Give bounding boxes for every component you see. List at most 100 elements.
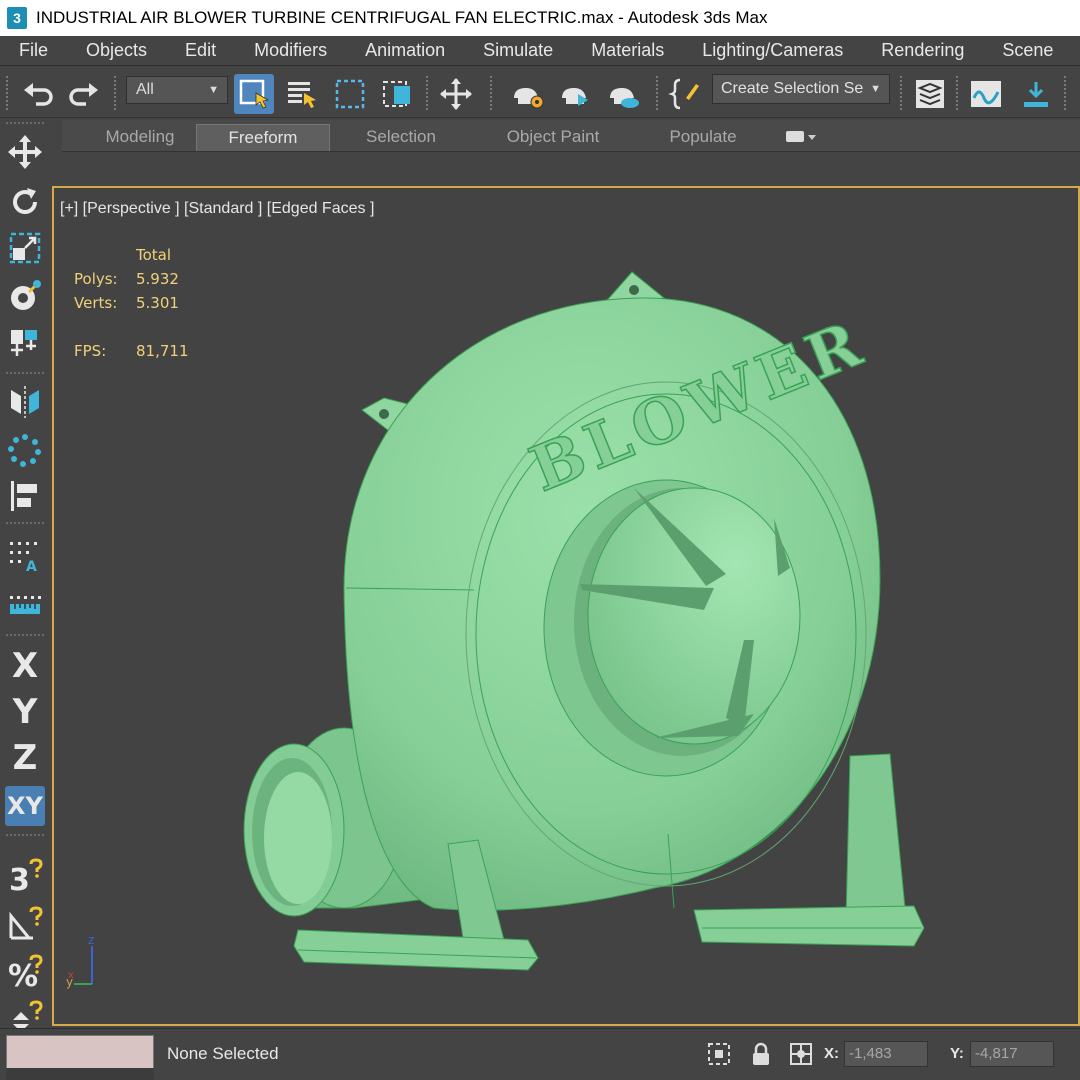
selection-status: None Selected bbox=[167, 1044, 279, 1063]
axis-gizmo: z y x bbox=[66, 933, 94, 989]
toolbar-separator bbox=[1064, 76, 1066, 110]
menu-modifiers[interactable]: Modifiers bbox=[235, 40, 346, 61]
toolbar-separator bbox=[6, 372, 44, 374]
axis-y-label: Y bbox=[12, 692, 38, 732]
absolute-mode-icon[interactable] bbox=[788, 1041, 814, 1067]
svg-text:%: % bbox=[8, 959, 38, 990]
tab-modeling[interactable]: Modeling bbox=[84, 124, 196, 151]
menu-bar: File Objects Edit Modifiers Animation Si… bbox=[0, 36, 1080, 66]
select-and-move-icon[interactable] bbox=[436, 74, 476, 114]
stats-verts-value: 5.301 bbox=[136, 294, 179, 312]
toolbar-separator bbox=[6, 834, 44, 836]
chevron-down-icon: ▼ bbox=[208, 84, 219, 96]
toolbar-separator bbox=[6, 522, 44, 524]
viewport-label[interactable]: [+] [Perspective ] [Standard ] [Edged Fa… bbox=[60, 200, 374, 218]
left-command-toolbar: A X Y Z XY 3 % bbox=[0, 118, 50, 1038]
toolbar-separator bbox=[956, 76, 958, 110]
spacing-icon[interactable]: A bbox=[5, 536, 45, 576]
title-bar: 3 INDUSTRIAL AIR BLOWER TURBINE CENTRIFU… bbox=[0, 0, 1080, 36]
chevron-down-icon: ▼ bbox=[870, 83, 881, 95]
snap-icon[interactable] bbox=[5, 322, 45, 362]
mirror-icon[interactable] bbox=[5, 382, 45, 422]
toolbar-separator bbox=[6, 634, 44, 636]
scale-icon[interactable] bbox=[5, 228, 45, 268]
stats-polys-value: 5.932 bbox=[136, 270, 179, 288]
gizmo-x-label: x bbox=[68, 970, 74, 981]
x-coordinate-label: X: bbox=[824, 1045, 839, 1062]
menu-materials[interactable]: Materials bbox=[572, 40, 683, 61]
percent-snap-icon[interactable]: % bbox=[5, 952, 45, 992]
y-coordinate-label: Y: bbox=[950, 1045, 964, 1062]
svg-text:A: A bbox=[26, 559, 37, 574]
tab-freeform[interactable]: Freeform bbox=[196, 124, 330, 151]
tab-selection[interactable]: Selection bbox=[332, 124, 470, 151]
stats-fps-value: 81,711 bbox=[136, 342, 189, 360]
tab-populate[interactable]: Populate bbox=[636, 124, 770, 151]
menu-rendering[interactable]: Rendering bbox=[862, 40, 983, 61]
toolbar-separator bbox=[426, 76, 428, 110]
blower-model: BLOWER z y x bbox=[66, 271, 925, 989]
selection-set-placeholder: Create Selection Se bbox=[721, 80, 864, 97]
array-icon[interactable] bbox=[5, 430, 45, 470]
stats-verts-label: Verts: bbox=[74, 294, 118, 312]
snap-3d-digit: 3 bbox=[9, 863, 30, 894]
ribbon-tabs: Modeling Freeform Selection Object Paint… bbox=[62, 120, 1080, 152]
selection-set-dropdown[interactable]: Create Selection Se ▼ bbox=[712, 74, 890, 104]
curve-editor-icon[interactable] bbox=[966, 74, 1006, 114]
lock-icon[interactable] bbox=[748, 1041, 774, 1067]
rendered-frame-window-icon[interactable] bbox=[556, 74, 596, 114]
axis-constraint-x[interactable]: X bbox=[5, 646, 45, 686]
measure-icon[interactable] bbox=[5, 586, 45, 626]
toolbar-separator bbox=[6, 122, 44, 124]
angle-snap-icon[interactable] bbox=[5, 904, 45, 944]
axis-z-label: Z bbox=[12, 738, 38, 778]
scene-explorer-icon[interactable] bbox=[910, 74, 950, 114]
menu-animation[interactable]: Animation bbox=[346, 40, 464, 61]
toggle-ribbon-icon[interactable] bbox=[1016, 74, 1056, 114]
toolbar-separator bbox=[6, 76, 8, 110]
status-bar: None Selected X: -1,483 Y: -4,817 bbox=[0, 1028, 1080, 1080]
axis-constraint-xy[interactable]: XY bbox=[5, 786, 45, 826]
axis-constraint-z[interactable]: Z bbox=[5, 738, 45, 778]
rotate-icon[interactable] bbox=[5, 182, 45, 222]
edit-named-selection-icon[interactable] bbox=[666, 74, 706, 114]
selection-filter-dropdown[interactable]: All ▼ bbox=[126, 76, 228, 104]
align-icon[interactable] bbox=[5, 476, 45, 516]
ribbon-options-icon[interactable] bbox=[780, 124, 824, 151]
rectangular-selection-region-icon[interactable] bbox=[330, 74, 370, 114]
isolate-selection-icon[interactable] bbox=[706, 1041, 732, 1067]
toolbar-separator bbox=[900, 76, 902, 110]
y-coordinate-field[interactable]: -4,817 bbox=[970, 1041, 1054, 1067]
axis-constraint-y[interactable]: Y bbox=[5, 692, 45, 732]
render-setup-icon[interactable] bbox=[508, 74, 548, 114]
select-by-name-icon[interactable] bbox=[282, 74, 322, 114]
render-production-icon[interactable] bbox=[604, 74, 644, 114]
selection-filter-value: All bbox=[136, 81, 154, 98]
maxscript-output bbox=[6, 1068, 154, 1080]
toolbar-separator bbox=[656, 76, 658, 110]
stats-polys-label: Polys: bbox=[74, 270, 118, 288]
menu-file[interactable]: File bbox=[0, 40, 67, 61]
window-title: INDUSTRIAL AIR BLOWER TURBINE CENTRIFUGA… bbox=[36, 8, 768, 27]
window-crossing-icon[interactable] bbox=[378, 74, 418, 114]
perspective-viewport[interactable]: BLOWER z y x [+] [Perspective ] [Standar… bbox=[52, 186, 1080, 1026]
gizmo-z-label: z bbox=[88, 933, 94, 947]
axis-xy-label: XY bbox=[7, 792, 43, 820]
app-icon: 3 bbox=[7, 7, 27, 29]
menu-lighting-cameras[interactable]: Lighting/Cameras bbox=[683, 40, 862, 61]
toolbar-separator bbox=[114, 76, 116, 110]
x-coordinate-field[interactable]: -1,483 bbox=[844, 1041, 928, 1067]
axis-x-label: X bbox=[11, 646, 39, 686]
redo-icon[interactable] bbox=[64, 74, 104, 114]
snap-3d-icon[interactable]: 3 bbox=[5, 856, 45, 896]
select-object-icon[interactable] bbox=[234, 74, 274, 114]
menu-objects[interactable]: Objects bbox=[67, 40, 166, 61]
undo-icon[interactable] bbox=[18, 74, 58, 114]
menu-simulate[interactable]: Simulate bbox=[464, 40, 572, 61]
toolbar-separator bbox=[490, 76, 492, 110]
menu-edit[interactable]: Edit bbox=[166, 40, 235, 61]
tab-object-paint[interactable]: Object Paint bbox=[470, 124, 636, 151]
menu-scene[interactable]: Scene bbox=[983, 40, 1072, 61]
place-icon[interactable] bbox=[5, 276, 45, 316]
move-icon[interactable] bbox=[5, 132, 45, 172]
